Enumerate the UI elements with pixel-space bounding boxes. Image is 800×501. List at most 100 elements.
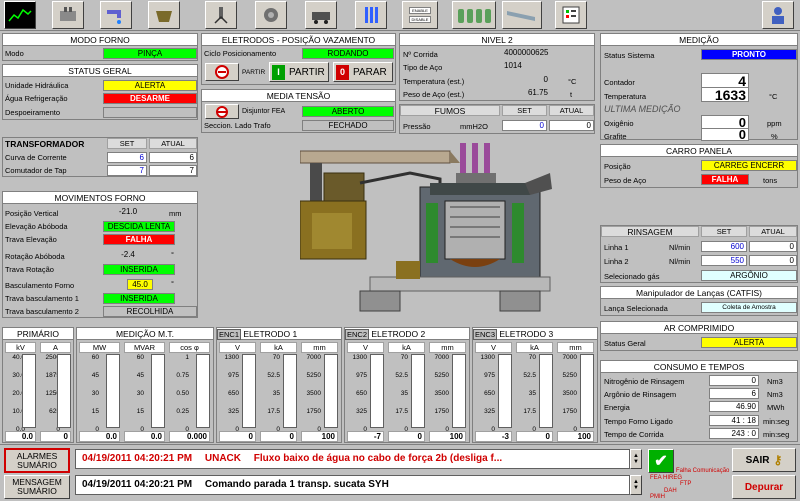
gauge-tick-label: 35 [528, 390, 536, 397]
gauge-unit: mm [429, 342, 466, 353]
pump-icon[interactable] [255, 1, 287, 29]
partir-label: PARTIR [289, 66, 325, 78]
gauge-bar [539, 354, 553, 428]
ultima-medicao-title: ULTIMA MEDIÇÃO [604, 104, 681, 114]
n-corrida-value: 4000000625 [502, 48, 562, 59]
curva-corrente-label: Curva de Corrente [5, 153, 67, 162]
posicao-vertical-unit: mm [169, 209, 182, 218]
trava-basc2-value: RECOLHIDA [103, 306, 197, 317]
ciclo-value: RODANDO [302, 48, 394, 59]
tipo-aco-value: 1014 [502, 61, 562, 72]
disjuntor-block-button[interactable] [205, 104, 239, 119]
mensagem-sumario-button[interactable]: MENSAGEM SUMÁRIO [4, 475, 70, 499]
depurar-button[interactable]: Depurar [732, 475, 796, 499]
gauge-tick-label: 7000 [562, 354, 577, 361]
gauge-tick-label: 60 [91, 354, 99, 361]
argonio-unit: Nm3 [767, 390, 783, 399]
trava-basc2-label: Trava basculamento 2 [5, 307, 79, 316]
carro-posicao-value: CARREG ENCERR [701, 160, 797, 171]
pressao-set[interactable]: 0 [502, 120, 547, 131]
contador-value: 4 [701, 73, 749, 88]
gauge-tick-label: 975 [484, 372, 495, 379]
alarm-scroll-button[interactable]: ▲ ▼ [630, 449, 642, 469]
furnace-icon[interactable] [52, 1, 84, 29]
alarm-time: 04/19/2011 04:20:21 PM [82, 453, 193, 464]
tempo-corrida-value: 243 : 0 [709, 428, 759, 439]
ladle-icon[interactable] [148, 1, 180, 29]
burner-icon[interactable] [205, 1, 237, 29]
eletrodo3-header: ENC3 ELETRODO 3 [473, 328, 597, 340]
primario-panel: PRIMÁRIO kV 40.0 30.0 20.0 10.0 0.0 0.0 A 2500 18… [2, 327, 74, 443]
disjuntor-value: ABERTO [302, 106, 394, 117]
gauge-tick-label: 17.5 [523, 408, 536, 415]
block-button[interactable] [205, 63, 239, 81]
transformador-panel: TRANSFORMADOR SET ATUAL Curva de Corrent… [2, 137, 198, 177]
gauge-tick-label: 975 [356, 372, 367, 379]
tempo-forno-unit: min:seg [763, 417, 790, 426]
linha2-set[interactable]: 550 [701, 255, 747, 266]
unidade-hidraulica-value: ALERTA [103, 80, 197, 91]
transformador-set-header: SET [107, 138, 147, 149]
message-text: Comando parada 1 transp. sucata SYH [204, 479, 389, 490]
eletrodo2-tag: ENC2 [345, 329, 370, 340]
gauge-tick-label: 70 [400, 354, 408, 361]
contador-label: Contador [604, 78, 635, 87]
gauge-tick-label: 325 [228, 408, 239, 415]
partir-button[interactable]: I PARTIR [269, 62, 329, 82]
trava-basc1-value: INSERIDA [103, 293, 175, 304]
scrap-bucket-icon[interactable] [305, 1, 337, 29]
message-banner[interactable]: 04/19/2011 04:20:21 PM Comando parada 1 … [75, 475, 630, 495]
linha2-unit: Nl/min [669, 257, 691, 266]
linha1-set[interactable]: 600 [701, 241, 747, 252]
gauge-unit: V [219, 342, 256, 353]
furnace-illustration [299, 143, 560, 318]
trend-chart-icon[interactable] [4, 1, 36, 29]
gauge-tick-label: 1300 [352, 354, 367, 361]
nivel2-panel: NIVEL 2 Nº Corrida 4000000625 Tipo de Aç… [399, 33, 595, 101]
gas-cylinders-icon[interactable] [452, 1, 496, 29]
lancas-panel: Manipulador de Lanças (CATFIS) Lança Sel… [600, 286, 798, 316]
gauge-bar [106, 354, 120, 428]
gauge-value: 0.0 [5, 431, 36, 442]
gauge-tick-label: 3500 [434, 390, 449, 397]
electrodes-icon[interactable] [355, 1, 387, 29]
carro-posicao-label: Posição [604, 162, 631, 171]
gauge-tick-label: 52.5 [523, 372, 536, 379]
status-sistema-label: Status Sistema [604, 51, 655, 60]
rinsagem-panel: RINSAGEM SET ATUAL Linha 1 Nl/min 600 0 … [600, 225, 798, 283]
n-corrida-label: Nº Corrida [403, 50, 438, 59]
comm-status: Falha Comunicação FEA HIREG FTP DAH PMIH [650, 468, 730, 501]
eletrodo1-tag: ENC1 [217, 329, 242, 340]
water-tap-icon[interactable] [100, 1, 132, 29]
chute-icon[interactable] [502, 1, 542, 29]
tempo-forno-value: 41 : 18 [709, 415, 759, 426]
comutador-tap-label: Comutador de Tap [5, 166, 67, 175]
parar-button[interactable]: 0 PARAR [333, 62, 393, 82]
agua-refrigeracao-value: DESARME [103, 93, 197, 104]
gauge-tick-label: 3500 [562, 390, 577, 397]
message-scroll-button[interactable]: ▲ ▼ [630, 475, 642, 495]
nitrogenio-unit: Nm3 [767, 377, 783, 386]
peso-est-unit: t [570, 90, 573, 99]
energia-unit: MWh [767, 403, 785, 412]
comutador-tap-set[interactable]: 7 [107, 165, 147, 176]
user-info-icon[interactable] [762, 1, 794, 29]
rinsagem-atual-header: ATUAL [749, 226, 797, 237]
carro-title: CARRO PANELA [601, 145, 797, 157]
curva-corrente-atual: 6 [149, 152, 197, 163]
alarmes-sumario-button[interactable]: ALARMES SUMÁRIO [4, 448, 70, 473]
comm-line: Falha Comunicação [676, 468, 730, 474]
ar-value: ALERTA [701, 337, 797, 348]
grafite-unit: % [771, 132, 778, 141]
gauge-tick-label: 30 [136, 390, 144, 397]
checklist-icon[interactable] [555, 1, 587, 29]
alarm-banner[interactable]: 04/19/2011 04:20:21 PM UNACK Fluxo baixo… [75, 449, 630, 469]
linha2-label: Linha 2 [604, 257, 629, 266]
sair-button[interactable]: SAIR ⚷ [732, 448, 796, 472]
rinsagem-title: RINSAGEM [601, 226, 699, 237]
curva-corrente-set[interactable]: 6 [107, 152, 147, 163]
enable-disable-icon[interactable]: ENABLE DISABLE [402, 1, 438, 29]
status-sistema-value: PRONTO [701, 49, 797, 60]
gauge-unit: kA [388, 342, 425, 353]
alarm-text: Fluxo baixo de água no cabo de força 2b … [253, 453, 503, 464]
